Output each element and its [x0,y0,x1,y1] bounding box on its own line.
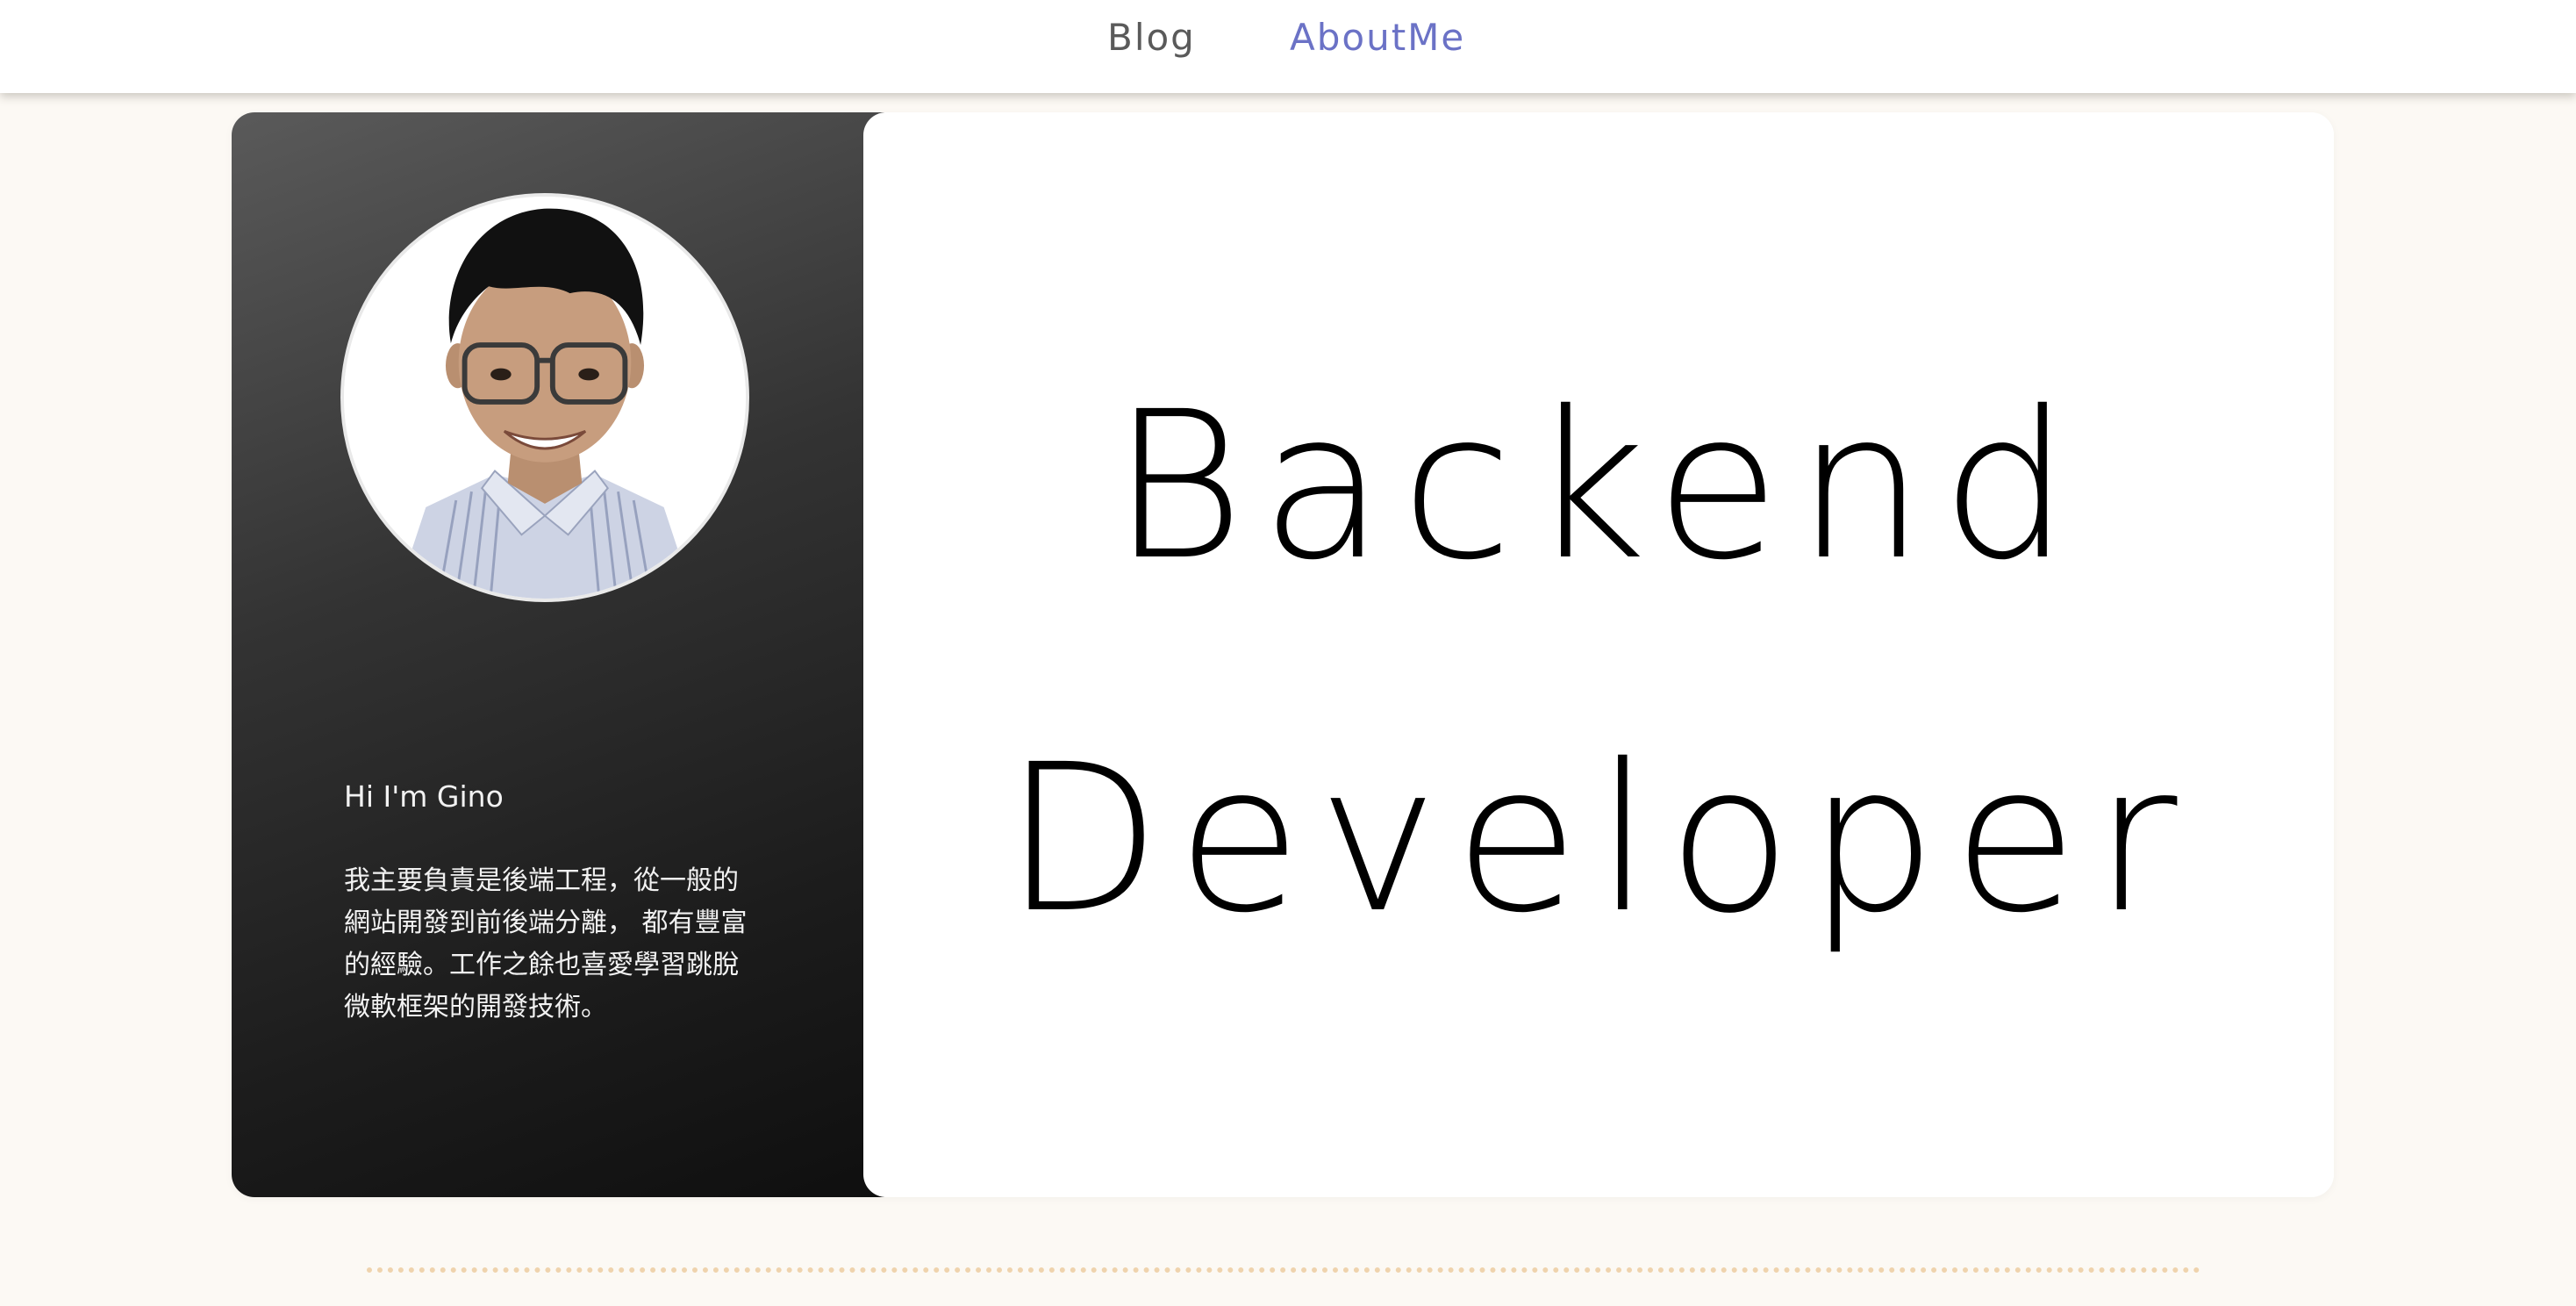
profile-card: Hi I'm Gino 我主要負責是後端工程，從一般的網站開發到前後端分離， 都… [232,112,2334,1197]
top-navbar: Blog AboutMe [0,0,2576,93]
nav-link-blog[interactable]: Blog [1107,16,1196,59]
profile-greeting: Hi I'm Gino [344,779,504,814]
avatar [340,193,749,602]
dotted-divider [367,1267,2200,1273]
nav-link-aboutme[interactable]: AboutMe [1290,16,1465,59]
headline-line-2: Developer [1004,721,2193,958]
profile-bio: 我主要負責是後端工程，從一般的網站開發到前後端分離， 都有豐富的經驗。工作之餘也… [344,865,748,1023]
profile-photo-icon [344,197,746,599]
headline-line-1: Backend [1111,368,2086,605]
headline-panel: Backend Developer [863,112,2334,1197]
profile-sidebar: Hi I'm Gino 我主要負責是後端工程，從一般的網站開發到前後端分離， 都… [232,112,884,1197]
